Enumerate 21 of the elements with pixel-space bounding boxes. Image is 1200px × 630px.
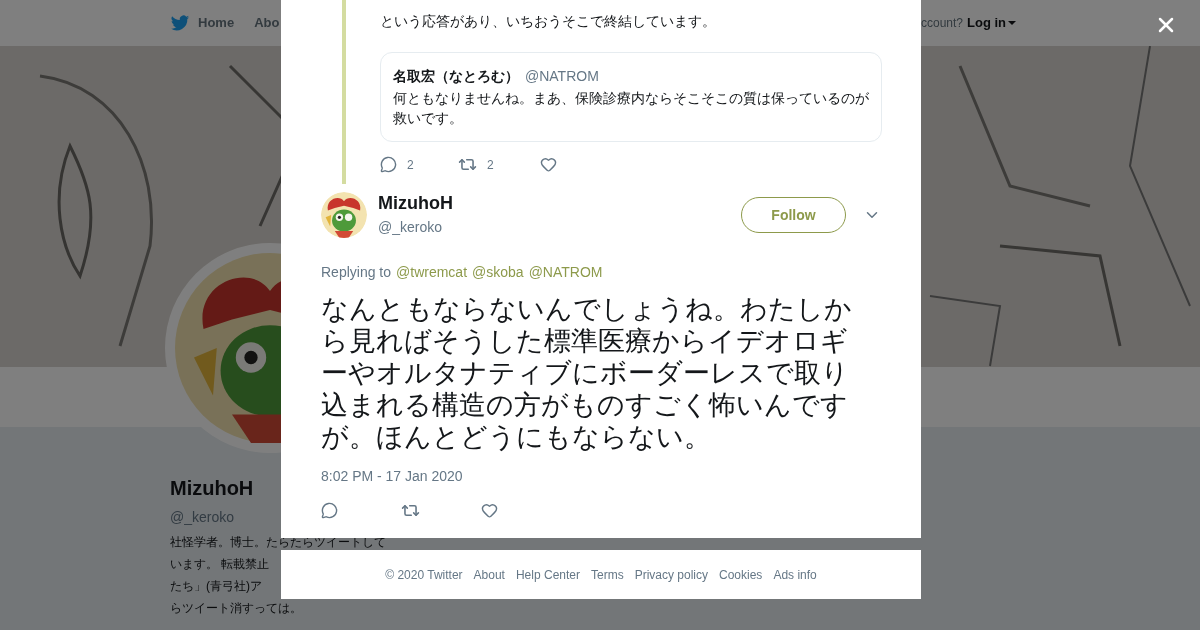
login-button[interactable]: Log in bbox=[967, 13, 1016, 33]
footer-link[interactable]: © 2020 Twitter bbox=[385, 565, 463, 584]
footer-link[interactable]: Cookies bbox=[719, 565, 763, 584]
tweet-text: という応答があり、いちおうそこで終結しています。 bbox=[380, 12, 717, 31]
bio-line: らツイート消すっては。 bbox=[170, 600, 302, 617]
profile-name: MizuhoH bbox=[170, 476, 254, 501]
footer-link[interactable]: Terms bbox=[591, 565, 624, 584]
tweet-timestamp[interactable]: 8:02 PM - 17 Jan 2020 bbox=[321, 466, 881, 487]
footer-link[interactable]: About bbox=[473, 565, 505, 584]
footer-link[interactable]: Help Center bbox=[515, 565, 580, 584]
home-link[interactable]: Home bbox=[170, 13, 235, 33]
account-prompt: ccount? bbox=[920, 15, 963, 32]
bird-icon bbox=[170, 13, 190, 33]
like-button[interactable] bbox=[481, 502, 498, 519]
reply-icon bbox=[321, 502, 338, 519]
profile-handle: @_keroko bbox=[170, 508, 235, 527]
bio-line: います。 転載禁止 bbox=[170, 556, 270, 573]
footer-link[interactable]: Privacy policy bbox=[634, 565, 708, 584]
bio-line: たち」(青弓社)ア bbox=[170, 578, 262, 595]
footer-link[interactable]: Ads info bbox=[773, 565, 817, 584]
nav-link[interactable]: Abo bbox=[254, 13, 280, 33]
